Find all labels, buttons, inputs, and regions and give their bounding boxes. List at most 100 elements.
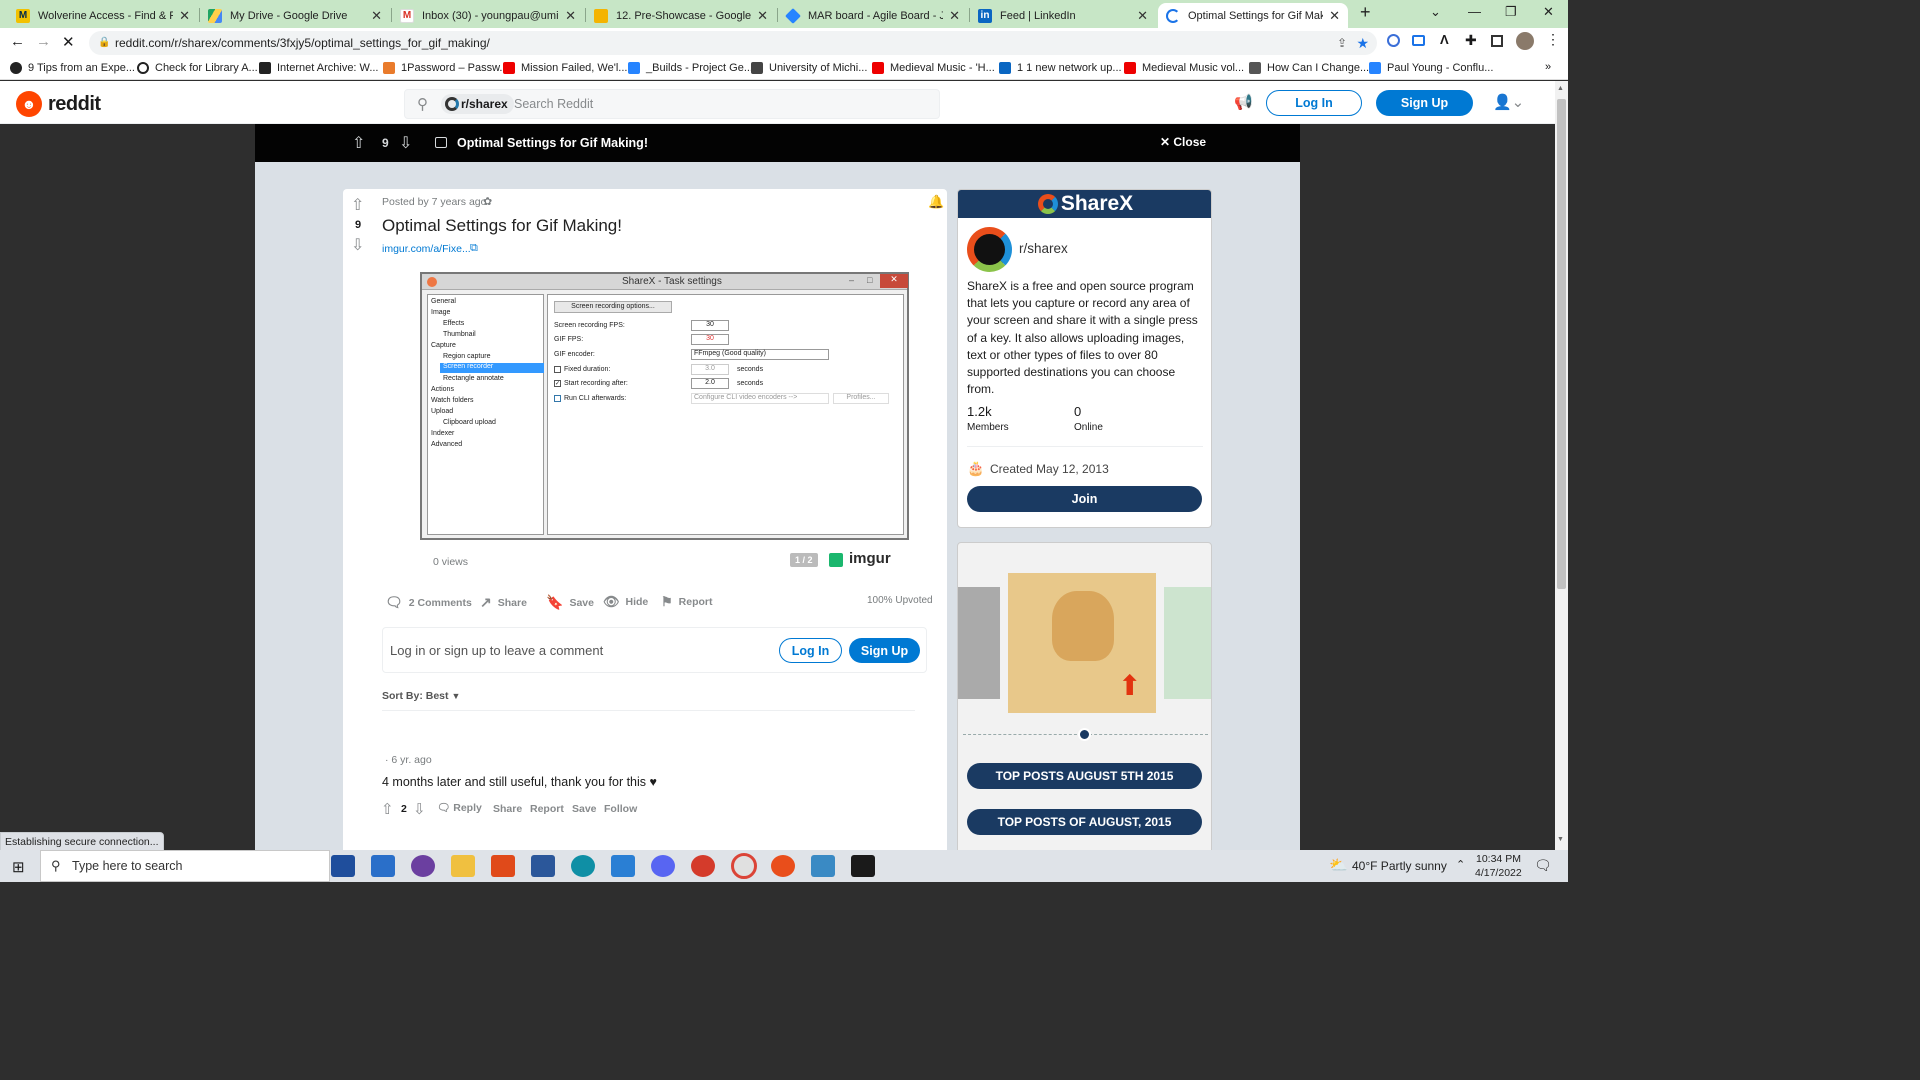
taskbar-chrome-icon[interactable] <box>731 853 757 879</box>
extension-1password-icon[interactable] <box>1387 34 1400 47</box>
taskbar-mail-icon[interactable] <box>371 855 395 877</box>
extension-screencast-icon[interactable] <box>1412 35 1425 46</box>
report-button[interactable]: ⚑ Report <box>661 594 713 610</box>
header-signup-button[interactable]: Sign Up <box>1376 90 1473 116</box>
header-login-button[interactable]: Log In <box>1266 90 1362 116</box>
stop-loading-icon[interactable]: ✕ <box>62 33 75 51</box>
carousel-image-next[interactable] <box>1164 587 1211 699</box>
bookmark-star-icon[interactable]: ★ <box>1356 31 1369 55</box>
bookmark-item[interactable]: Mission Failed, We'l... <box>503 62 627 74</box>
carousel-image-prev[interactable] <box>958 587 1000 699</box>
bookmark-item[interactable]: 9 Tips from an Expe... <box>10 62 135 74</box>
extensions-puzzle-icon[interactable]: ✚ <box>1465 32 1477 49</box>
tab-google-drive[interactable]: My Drive - Google Drive ✕ <box>200 3 390 28</box>
page-scrollbar[interactable]: ▲ ▼ <box>1555 81 1568 850</box>
tab-search-chevron-icon[interactable]: ⌄ <box>1430 4 1441 20</box>
community-name[interactable]: r/sharex <box>1019 241 1068 256</box>
close-tab-icon[interactable]: ✕ <box>757 8 768 24</box>
minimize-button[interactable]: — <box>1468 4 1481 19</box>
tray-chevron-icon[interactable]: ⌃ <box>1456 858 1465 871</box>
chrome-menu-icon[interactable]: ⋮ <box>1546 31 1560 48</box>
taskbar-calculator-icon[interactable] <box>331 855 355 877</box>
bookmark-item[interactable]: Internet Archive: W... <box>259 62 379 74</box>
carousel-dot[interactable] <box>1078 728 1091 741</box>
notifications-icon[interactable]: 🗨 <box>1534 857 1552 874</box>
taskbar-word-icon[interactable] <box>531 855 555 877</box>
post-link[interactable]: imgur.com/a/Fixe... <box>382 243 471 255</box>
bookmark-item[interactable]: _Builds - Project Ge... <box>628 62 753 74</box>
close-window-button[interactable]: ✕ <box>1543 4 1554 20</box>
share-button[interactable]: ↗ Share <box>480 594 527 611</box>
taskbar-discord-icon[interactable] <box>651 855 675 877</box>
reddit-logo[interactable]: ☻ reddit <box>16 91 101 117</box>
bookmark-item[interactable]: University of Michi... <box>751 62 867 74</box>
top-posts-month-button[interactable]: TOP POSTS OF AUGUST, 2015 <box>967 809 1202 835</box>
close-tab-icon[interactable]: ✕ <box>565 8 576 24</box>
search-box[interactable]: ⚲ r/sharex Search Reddit <box>404 89 940 119</box>
taskbar-vscode-icon[interactable] <box>611 855 635 877</box>
comment-login-button[interactable]: Log In <box>779 638 842 663</box>
close-tab-icon[interactable]: ✕ <box>179 8 190 24</box>
taskbar-app-icon[interactable] <box>411 855 435 877</box>
bookmark-item[interactable]: Medieval Music vol... <box>1124 62 1244 74</box>
close-tab-icon[interactable]: ✕ <box>1137 8 1148 24</box>
profile-avatar[interactable] <box>1516 32 1534 50</box>
taskbar-file-explorer-icon[interactable] <box>451 855 475 877</box>
bookmark-item[interactable]: Check for Library A... <box>137 62 258 74</box>
close-tab-icon[interactable]: ✕ <box>949 8 960 24</box>
bookmark-item[interactable]: How Can I Change... <box>1249 62 1369 74</box>
comment-share-button[interactable]: Share <box>493 803 522 815</box>
scroll-down-icon[interactable]: ▼ <box>1557 836 1564 843</box>
taskbar-sharex-icon[interactable] <box>771 855 795 877</box>
comment-save-button[interactable]: Save <box>572 803 597 815</box>
search-subreddit-chip[interactable]: r/sharex <box>441 94 514 114</box>
bookmark-item[interactable]: Medieval Music - 'H... <box>872 62 995 74</box>
comment-follow-button[interactable]: Follow <box>604 803 637 815</box>
upvote-icon[interactable]: ⇧ <box>352 133 365 153</box>
scrollbar-thumb[interactable] <box>1557 99 1566 589</box>
more-bookmarks-icon[interactable]: » <box>1545 61 1551 73</box>
bookmark-item[interactable]: Paul Young - Conflu... <box>1369 62 1493 74</box>
address-bar[interactable]: 🔒 reddit.com/r/sharex/comments/3fxjy5/op… <box>89 31 1377 55</box>
tab-wolverine-access[interactable]: M Wolverine Access - Find & Favor✕ <box>8 3 198 28</box>
taskbar-photos-icon[interactable] <box>811 855 835 877</box>
reply-button[interactable]: 🗨 Reply <box>437 801 482 814</box>
bookmark-item[interactable]: 1Password – Passw... <box>383 62 509 74</box>
tab-gmail[interactable]: M Inbox (30) - youngpau@umich.e✕ <box>392 3 584 28</box>
tab-google-slides[interactable]: 12. Pre-Showcase - Google Slide✕ <box>586 3 776 28</box>
notification-bell-icon[interactable]: 🔔 <box>928 194 944 210</box>
hide-button[interactable]: 👁 Hide <box>603 594 648 610</box>
close-tab-icon[interactable]: ✕ <box>371 8 382 24</box>
taskbar-search-box[interactable]: ⚲ Type here to search <box>40 850 330 882</box>
upvote-icon[interactable]: ⇧ <box>351 195 364 215</box>
back-arrow-icon[interactable]: ← <box>10 33 25 50</box>
close-tab-icon[interactable]: ✕ <box>1329 8 1340 24</box>
extension-arrow-icon[interactable]: Λ <box>1440 32 1449 47</box>
comment-report-button[interactable]: Report <box>530 803 564 815</box>
downvote-icon[interactable]: ⇩ <box>399 133 412 153</box>
top-posts-day-button[interactable]: TOP POSTS AUGUST 5TH 2015 <box>967 763 1202 789</box>
close-overlay-button[interactable]: ✕ Close <box>1160 135 1206 149</box>
tab-reddit-active[interactable]: Optimal Settings for Gif Making✕ <box>1158 3 1348 28</box>
user-menu-icon[interactable]: 👤⌄ <box>1493 93 1524 111</box>
downvote-icon[interactable]: ⇩ <box>413 800 426 818</box>
join-button[interactable]: Join <box>967 486 1202 512</box>
forward-arrow-icon[interactable]: → <box>36 33 51 50</box>
tab-linkedin[interactable]: in Feed | LinkedIn ✕ <box>970 3 1156 28</box>
downvote-icon[interactable]: ⇩ <box>351 235 364 255</box>
restore-button[interactable]: ❐ <box>1505 4 1517 20</box>
sort-dropdown[interactable]: Sort By: Best ▼ <box>382 690 460 702</box>
taskbar-terminal-icon[interactable] <box>851 855 875 877</box>
windows-start-icon[interactable]: ⊞ <box>12 858 25 876</box>
share-icon[interactable]: ⇪ <box>1337 31 1347 55</box>
post-image[interactable]: ShareX - Task settings – □ ✕ General Ima… <box>420 272 909 540</box>
carousel-image-doge[interactable]: ⬆ <box>1008 573 1156 713</box>
taskbar-edge-icon[interactable] <box>571 855 595 877</box>
bookmark-item[interactable]: 1 1 new network up... <box>999 62 1122 74</box>
tab-jira[interactable]: MAR board - Agile Board - Jira ✕ <box>778 3 968 28</box>
comment-signup-button[interactable]: Sign Up <box>849 638 920 663</box>
side-panel-icon[interactable] <box>1491 35 1503 47</box>
advertise-megaphone-icon[interactable]: 📢 <box>1234 93 1253 111</box>
upvote-icon[interactable]: ⇧ <box>381 800 394 818</box>
taskbar-app-icon[interactable] <box>691 855 715 877</box>
